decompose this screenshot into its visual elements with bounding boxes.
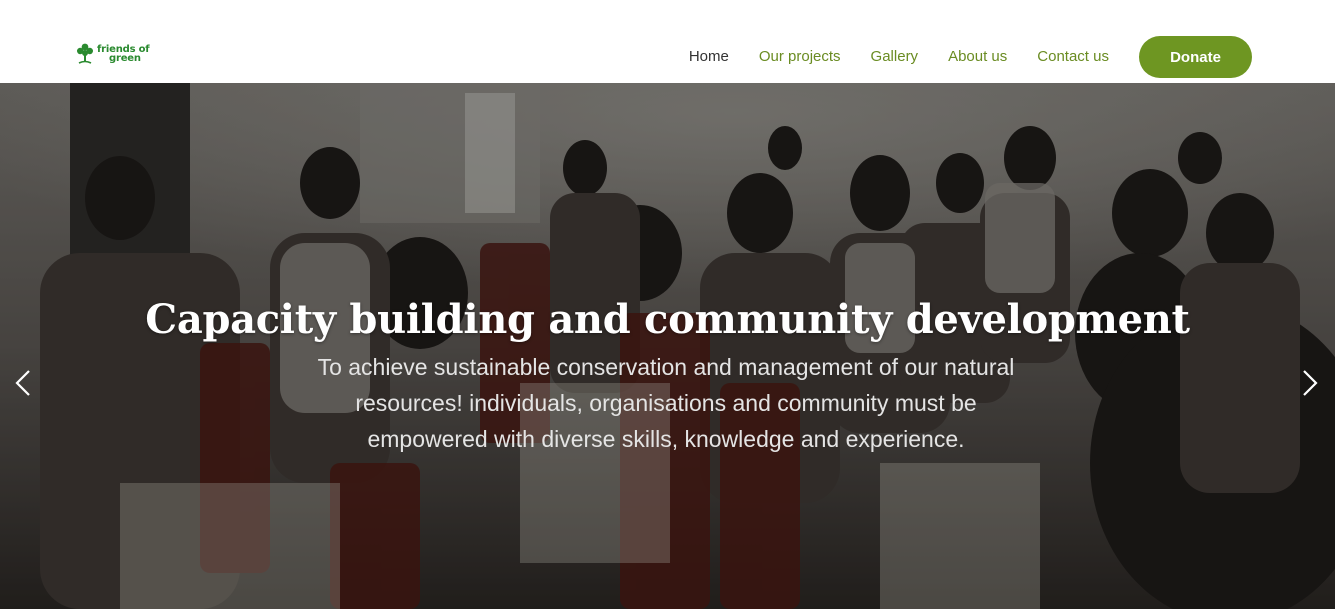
hero-subtitle: To achieve sustainable conservation and … <box>317 354 1015 452</box>
nav-contact-us[interactable]: Contact us <box>1037 37 1109 77</box>
hero-slider: Capacity building and community developm… <box>0 83 1335 609</box>
site-header: friends of green Home Our projects Galle… <box>0 0 1335 83</box>
nav-about-us[interactable]: About us <box>948 37 1007 77</box>
nav-home[interactable]: Home <box>689 37 729 77</box>
donate-button[interactable]: Donate <box>1139 36 1252 78</box>
nav-our-projects[interactable]: Our projects <box>759 37 841 77</box>
chevron-left-icon <box>15 370 30 396</box>
tree-icon <box>77 43 93 64</box>
slider-next-button[interactable] <box>1297 368 1321 398</box>
nav-gallery[interactable]: Gallery <box>871 37 919 77</box>
chevron-right-icon <box>1303 370 1318 396</box>
logo-text: friends of green <box>97 45 150 64</box>
hero-overlay <box>0 83 1335 609</box>
slider-prev-button[interactable] <box>12 368 36 398</box>
logo[interactable]: friends of green <box>76 42 150 66</box>
logo-line-2: green <box>109 53 141 64</box>
hero-title: Capacity building and community developm… <box>145 296 1190 343</box>
main-nav: Home Our projects Gallery About us Conta… <box>689 36 1252 78</box>
